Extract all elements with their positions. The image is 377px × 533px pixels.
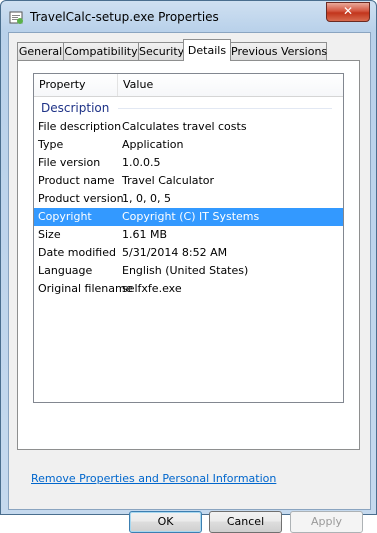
list-row[interactable]: Original filename selfxfe.exe xyxy=(34,280,343,298)
property-value: Calculates travel costs xyxy=(122,120,247,133)
remove-properties-link[interactable]: Remove Properties and Personal Informati… xyxy=(31,472,276,485)
list-header: Property Value xyxy=(34,74,343,97)
property-name: File version xyxy=(38,156,101,169)
property-value: 5/31/2014 8:52 AM xyxy=(122,246,228,259)
property-value: Copyright (C) IT Systems xyxy=(122,210,260,223)
list-row[interactable]: Date modified 5/31/2014 8:52 AM xyxy=(34,244,343,262)
title-bar[interactable]: TravelCalc-setup.exe Properties ✕ xyxy=(1,1,376,33)
group-header-description: Description xyxy=(41,101,110,115)
property-name: Original filename xyxy=(38,282,133,295)
property-name: Size xyxy=(38,228,61,241)
property-value: 1, 0, 0, 5 xyxy=(122,192,171,205)
list-row[interactable]: Size 1.61 MB xyxy=(34,226,343,244)
list-row[interactable]: File version 1.0.0.5 xyxy=(34,154,343,172)
property-name: Product version xyxy=(38,192,124,205)
tab-compatibility[interactable]: Compatibility xyxy=(63,42,139,60)
cancel-button[interactable]: Cancel xyxy=(209,511,282,533)
property-name: Copyright xyxy=(38,210,92,223)
list-row[interactable]: Product name Travel Calculator xyxy=(34,172,343,190)
list-row[interactable]: Product version 1, 0, 0, 5 xyxy=(34,190,343,208)
property-value: selfxfe.exe xyxy=(122,282,182,295)
properties-window: TravelCalc-setup.exe Properties ✕ Genera… xyxy=(0,0,377,533)
property-value: English (United States) xyxy=(122,264,249,277)
tab-security[interactable]: Security xyxy=(138,42,184,60)
apply-button[interactable]: Apply xyxy=(290,511,363,533)
close-button[interactable]: ✕ xyxy=(326,2,370,22)
property-name: Type xyxy=(38,138,64,151)
property-value: 1.61 MB xyxy=(122,228,168,241)
property-value: 1.0.0.5 xyxy=(122,156,161,169)
list-row[interactable]: File description Calculates travel costs xyxy=(34,118,343,136)
tab-previous-versions[interactable]: Previous Versions xyxy=(230,42,327,60)
list-row[interactable]: Language English (United States) xyxy=(34,262,343,280)
window-title: TravelCalc-setup.exe Properties xyxy=(30,10,219,24)
column-header-property[interactable]: Property xyxy=(34,74,118,96)
property-name: Language xyxy=(38,264,93,277)
property-name: Product name xyxy=(38,174,115,187)
property-value: Application xyxy=(122,138,184,151)
details-panel: Property Value Description File descript… xyxy=(17,60,360,450)
column-header-value[interactable]: Value xyxy=(118,74,343,96)
dialog-client-area: General Compatibility Security Details P… xyxy=(8,32,371,533)
property-name: Date modified xyxy=(38,246,116,259)
application-icon xyxy=(9,11,23,24)
tab-details[interactable]: Details xyxy=(183,39,231,61)
tab-general[interactable]: General xyxy=(17,42,64,60)
details-list[interactable]: Property Value Description File descript… xyxy=(33,73,344,403)
property-name: File description xyxy=(38,120,122,133)
property-value: Travel Calculator xyxy=(122,174,215,187)
group-divider xyxy=(118,108,332,109)
list-row[interactable]: Copyright Copyright (C) IT Systems xyxy=(34,208,343,226)
list-row[interactable]: Type Application xyxy=(34,136,343,154)
close-icon: ✕ xyxy=(342,4,354,18)
ok-button[interactable]: OK xyxy=(129,511,202,533)
